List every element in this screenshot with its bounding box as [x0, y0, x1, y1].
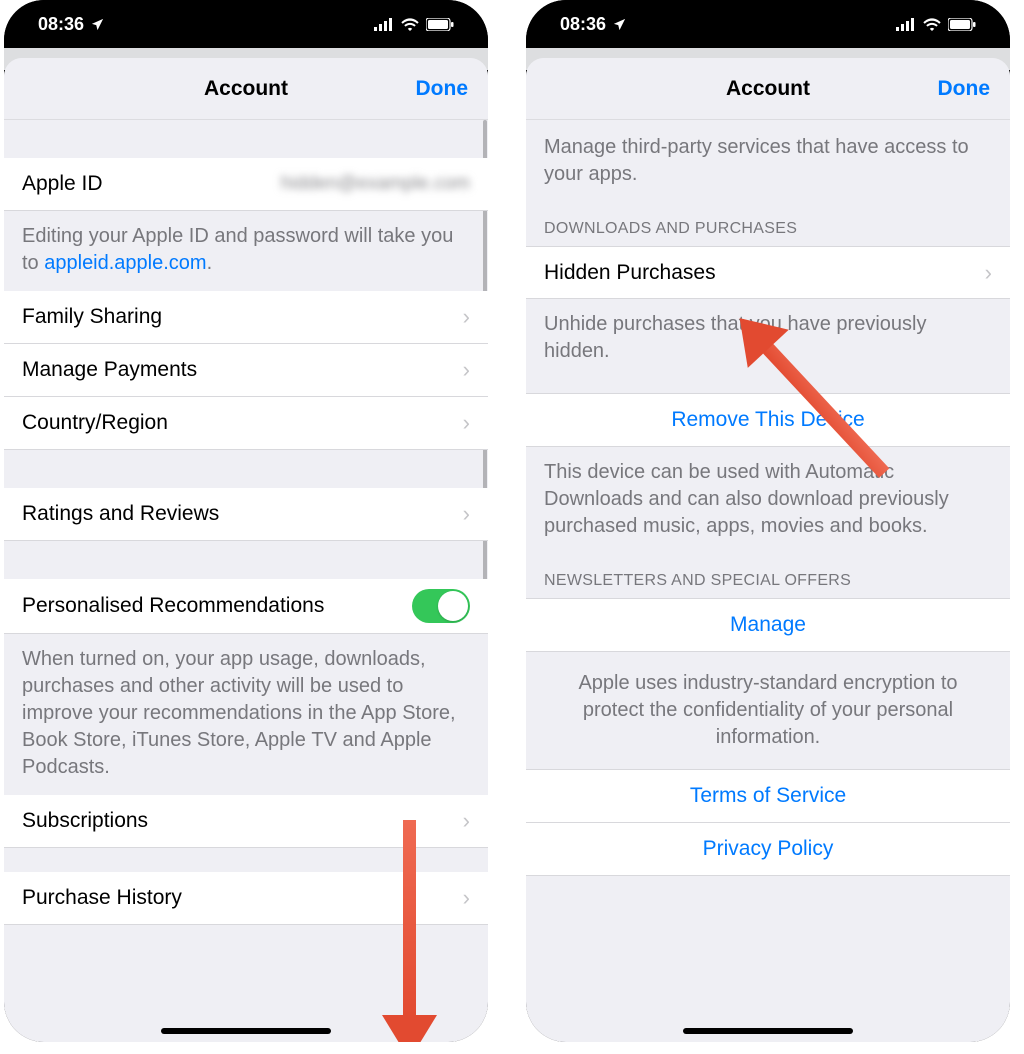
phone-left: 08:36 Account Done Apple ID	[4, 0, 488, 1042]
home-indicator[interactable]	[161, 1028, 331, 1034]
appleid-link[interactable]: appleid.apple.com	[44, 252, 206, 274]
apple-id-value: hidden@example.com	[281, 173, 470, 195]
location-icon	[90, 17, 105, 32]
account-sheet: Account Done Apple ID hidden@example.com…	[4, 58, 488, 1042]
ratings-reviews-row[interactable]: Ratings and Reviews ›	[4, 488, 488, 541]
remove-device-button[interactable]: Remove This Device	[526, 393, 1010, 447]
apple-id-row[interactable]: Apple ID hidden@example.com	[4, 158, 488, 211]
purchase-history-row[interactable]: Purchase History ›	[4, 872, 488, 925]
chevron-right-icon: ›	[463, 503, 470, 525]
chevron-right-icon: ›	[463, 359, 470, 381]
page-title: Account	[726, 77, 810, 101]
downloads-header: Downloads and Purchases	[526, 202, 1010, 246]
page-title: Account	[204, 77, 288, 101]
terms-of-service-link[interactable]: Terms of Service	[526, 769, 1010, 823]
content-left[interactable]: Apple ID hidden@example.com Editing your…	[4, 120, 488, 1042]
battery-icon	[426, 18, 454, 31]
chevron-right-icon: ›	[463, 412, 470, 434]
subscriptions-row[interactable]: Subscriptions ›	[4, 795, 488, 848]
family-sharing-row[interactable]: Family Sharing ›	[4, 291, 488, 344]
privacy-policy-link[interactable]: Privacy Policy	[526, 823, 1010, 876]
chevron-right-icon: ›	[463, 810, 470, 832]
manage-payments-label: Manage Payments	[22, 358, 197, 382]
account-sheet: Account Done Manage third-party services…	[526, 58, 1010, 1042]
battery-icon	[948, 18, 976, 31]
apple-id-label: Apple ID	[22, 172, 103, 196]
hidden-purchases-help: Unhide purchases that you have previousl…	[526, 299, 1010, 379]
personalised-toggle[interactable]	[412, 589, 470, 623]
wifi-icon	[923, 18, 941, 31]
subscriptions-label: Subscriptions	[22, 809, 148, 833]
status-bar: 08:36	[4, 0, 488, 48]
manage-newsletters-button[interactable]: Manage	[526, 598, 1010, 652]
phone-right: 08:36 Account Done Manage third-party se…	[526, 0, 1010, 1042]
chevron-right-icon: ›	[985, 262, 992, 284]
family-sharing-label: Family Sharing	[22, 305, 162, 329]
status-time: 08:36	[560, 14, 606, 35]
done-button[interactable]: Done	[416, 77, 469, 101]
manage-payments-row[interactable]: Manage Payments ›	[4, 344, 488, 397]
cellular-icon	[374, 18, 394, 31]
newsletters-header: Newsletters and Special Offers	[526, 554, 1010, 598]
connected-apps-help: Manage third-party services that have ac…	[526, 120, 1010, 202]
hidden-purchases-row[interactable]: Hidden Purchases ›	[526, 246, 1010, 299]
chevron-right-icon: ›	[463, 887, 470, 909]
personalised-help: When turned on, your app usage, download…	[4, 634, 488, 795]
country-region-label: Country/Region	[22, 411, 168, 435]
cellular-icon	[896, 18, 916, 31]
location-icon	[612, 17, 627, 32]
wifi-icon	[401, 18, 419, 31]
personalised-label: Personalised Recommendations	[22, 594, 324, 618]
country-region-row[interactable]: Country/Region ›	[4, 397, 488, 450]
chevron-right-icon: ›	[463, 306, 470, 328]
remove-device-help: This device can be used with Automatic D…	[526, 447, 1010, 554]
apple-id-help: Editing your Apple ID and password will …	[4, 211, 488, 291]
ratings-reviews-label: Ratings and Reviews	[22, 502, 219, 526]
home-indicator[interactable]	[683, 1028, 853, 1034]
purchase-history-label: Purchase History	[22, 886, 182, 910]
nav-header: Account Done	[4, 58, 488, 120]
status-bar: 08:36	[526, 0, 1010, 48]
done-button[interactable]: Done	[938, 77, 991, 101]
encryption-text: Apple uses industry-standard encryption …	[526, 652, 1010, 769]
hidden-purchases-label: Hidden Purchases	[544, 261, 716, 285]
content-right[interactable]: Manage third-party services that have ac…	[526, 120, 1010, 1042]
nav-header: Account Done	[526, 58, 1010, 120]
personalised-row[interactable]: Personalised Recommendations	[4, 579, 488, 634]
status-time: 08:36	[38, 14, 84, 35]
